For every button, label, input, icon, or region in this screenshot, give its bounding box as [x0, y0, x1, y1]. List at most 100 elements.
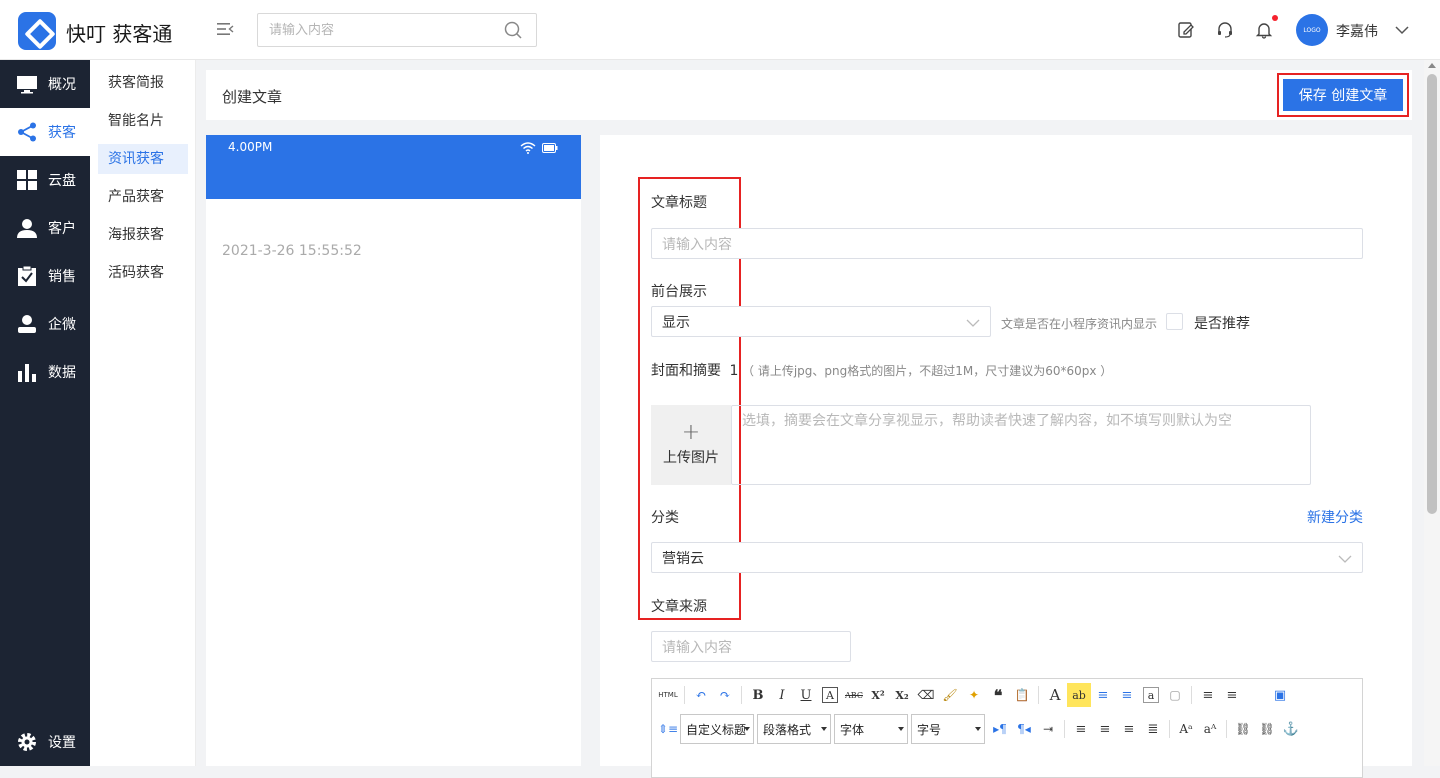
display-select[interactable]: 显示 — [651, 306, 991, 337]
row-spacing-top-button[interactable]: ≡ — [1196, 683, 1220, 707]
search-input[interactable] — [258, 14, 498, 46]
grid-icon — [17, 170, 37, 190]
auto-format-icon[interactable]: ✦ — [962, 683, 986, 707]
select-all-button[interactable]: a — [1143, 687, 1159, 703]
source-label: 文章来源 — [651, 599, 707, 615]
scrollbar-thumb[interactable] — [1427, 74, 1437, 514]
eraser-icon[interactable]: ⌫ — [914, 683, 938, 707]
display-hint: 文章是否在小程序资讯内显示 — [1001, 317, 1158, 331]
subscript-button[interactable]: X₂ — [890, 683, 914, 707]
new-category-link[interactable]: 新建分类 — [1307, 507, 1363, 527]
ltr-icon[interactable]: ▸¶ — [988, 717, 1012, 741]
preview-icon[interactable]: ▣ — [1268, 683, 1292, 707]
indent-icon[interactable]: ⇥ — [1036, 717, 1060, 741]
sidebar-item-sales[interactable]: 销售 — [0, 252, 90, 300]
undo-button[interactable]: ↶ — [689, 683, 713, 707]
paragraph-format-select[interactable]: 段落格式 — [757, 714, 831, 744]
sidebar-item-label: 概况 — [48, 77, 76, 93]
redo-button[interactable]: ↷ — [713, 683, 737, 707]
underline-button[interactable]: U — [794, 683, 818, 707]
sidebar-item-data[interactable]: 数据 — [0, 348, 90, 396]
cover-hint: （ 请上传jpg、png格式的图片，不超过1M，尺寸建议为60*60px ） — [742, 364, 1113, 378]
link-icon[interactable]: ⛓ — [1231, 717, 1255, 741]
align-left-icon[interactable]: ≡ — [1069, 717, 1093, 741]
cover-label: 封面和摘要 1 — [651, 360, 738, 380]
strikethrough-button[interactable]: ABC — [842, 683, 866, 707]
sidebar-item-label: 企微 — [48, 317, 76, 333]
page-scrollbar[interactable] — [1424, 60, 1440, 766]
phone-preview: 4.00PM 2021-3-26 15:55:52 — [206, 135, 581, 766]
phone-time: 4.00PM — [228, 140, 273, 154]
paste-text-icon[interactable]: 📋 — [1010, 683, 1034, 707]
subnav-item-brief[interactable]: 获客简报 — [98, 68, 188, 98]
summary-textarea[interactable]: 选填，摘要会在文章分享视显示，帮助读者快速了解内容，如不填写则默认为空 — [731, 405, 1311, 485]
category-select[interactable]: 营销云 — [651, 542, 1363, 573]
unordered-list-button[interactable]: ≡ — [1115, 683, 1139, 707]
upload-label: 上传图片 — [663, 450, 719, 466]
source-input[interactable]: 请输入内容 — [651, 631, 851, 662]
sidebar-item-cloud[interactable]: 云盘 — [0, 156, 90, 204]
search-box[interactable] — [257, 13, 537, 47]
superscript-button[interactable]: X² — [866, 683, 890, 707]
font-size-value: 字号 — [917, 722, 942, 737]
edit-icon[interactable] — [1177, 21, 1195, 39]
save-button[interactable]: 保存 创建文章 — [1283, 79, 1403, 111]
italic-button[interactable]: I — [770, 683, 794, 707]
align-center-icon[interactable]: ≡ — [1093, 717, 1117, 741]
font-color-button[interactable]: A — [1043, 683, 1067, 707]
menu-fold-icon[interactable] — [216, 20, 234, 38]
recommend-checkbox[interactable] — [1166, 313, 1183, 330]
subnav-item-card[interactable]: 智能名片 — [98, 106, 188, 136]
bar-chart-icon — [18, 364, 36, 382]
sidebar-item-wecom[interactable]: 企微 — [0, 300, 90, 348]
anchor-icon[interactable]: ⚓ — [1279, 717, 1303, 741]
subnav-item-product[interactable]: 产品获客 — [98, 182, 188, 212]
sidebar-item-overview[interactable]: 概况 — [0, 60, 90, 108]
app-logo-icon — [18, 12, 56, 50]
line-height-icon[interactable]: ⇕≡ — [656, 717, 680, 741]
format-brush-icon[interactable]: 🖌 — [938, 683, 962, 707]
upload-image-button[interactable]: + 上传图片 — [651, 405, 731, 485]
custom-title-select[interactable]: 自定义标题 — [680, 714, 754, 744]
sidebar-item-customer[interactable]: 客户 — [0, 204, 90, 252]
ordered-list-button[interactable]: ≡ — [1091, 683, 1115, 707]
blockquote-icon[interactable]: ❝ — [986, 683, 1010, 707]
top-bar: 快叮 获客通 LOGO 李嘉伟 — [0, 0, 1440, 60]
background-color-button[interactable]: ab — [1067, 683, 1091, 707]
chevron-down-icon[interactable] — [1394, 22, 1410, 38]
title-input[interactable]: 请输入内容 — [651, 228, 1363, 259]
headset-icon[interactable] — [1216, 21, 1234, 39]
cover-label-suffix: 1 — [729, 363, 739, 379]
gear-icon — [18, 733, 36, 751]
sidebar: 概况 获客 云盘 客户 销售 企微 数据 设置 — [0, 60, 90, 766]
username[interactable]: 李嘉伟 — [1336, 21, 1378, 41]
sidebar-item-settings[interactable]: 设置 — [0, 718, 90, 766]
plus-icon: + — [681, 420, 701, 445]
font-size-select[interactable]: 字号 — [911, 714, 985, 744]
scroll-up-arrow-icon[interactable] — [1428, 63, 1436, 68]
bold-button[interactable]: B — [746, 683, 770, 707]
subnav-item-poster[interactable]: 海报获客 — [98, 220, 188, 250]
bell-icon[interactable] — [1255, 21, 1273, 39]
rtl-icon[interactable]: ¶◂ — [1012, 717, 1036, 741]
avatar[interactable]: LOGO — [1296, 14, 1328, 46]
clear-document-icon[interactable]: ▢ — [1163, 683, 1187, 707]
align-justify-icon[interactable]: ≣ — [1141, 717, 1165, 741]
page-header: 创建文章 保存 创建文章 — [206, 70, 1412, 120]
subnav-item-news[interactable]: 资讯获客 — [98, 144, 188, 174]
unlink-icon[interactable]: ⛓ — [1255, 717, 1279, 741]
uppercase-icon[interactable]: Aᵃ — [1174, 717, 1198, 741]
subnav-item-qrcode[interactable]: 活码获客 — [98, 258, 188, 288]
align-right-icon[interactable]: ≡ — [1117, 717, 1141, 741]
html-source-button[interactable]: HTML — [656, 683, 680, 707]
border-text-button[interactable]: A — [822, 687, 838, 703]
display-value: 显示 — [662, 314, 690, 331]
sub-navigation: 获客简报 智能名片 资讯获客 产品获客 海报获客 活码获客 — [90, 60, 196, 766]
lowercase-icon[interactable]: aᴬ — [1198, 717, 1222, 741]
row-spacing-bottom-button[interactable]: ≡ — [1220, 683, 1244, 707]
battery-icon — [542, 143, 558, 153]
search-icon[interactable] — [504, 21, 522, 39]
editor-toolbar-row-2: ⇕≡ 自定义标题 段落格式 字体 字号 ▸¶ ¶◂ ⇥ ≡ ≡ ≡ ≣ Aᵃ a… — [656, 714, 1303, 744]
sidebar-item-acquire[interactable]: 获客 — [0, 108, 90, 156]
font-family-select[interactable]: 字体 — [834, 714, 908, 744]
